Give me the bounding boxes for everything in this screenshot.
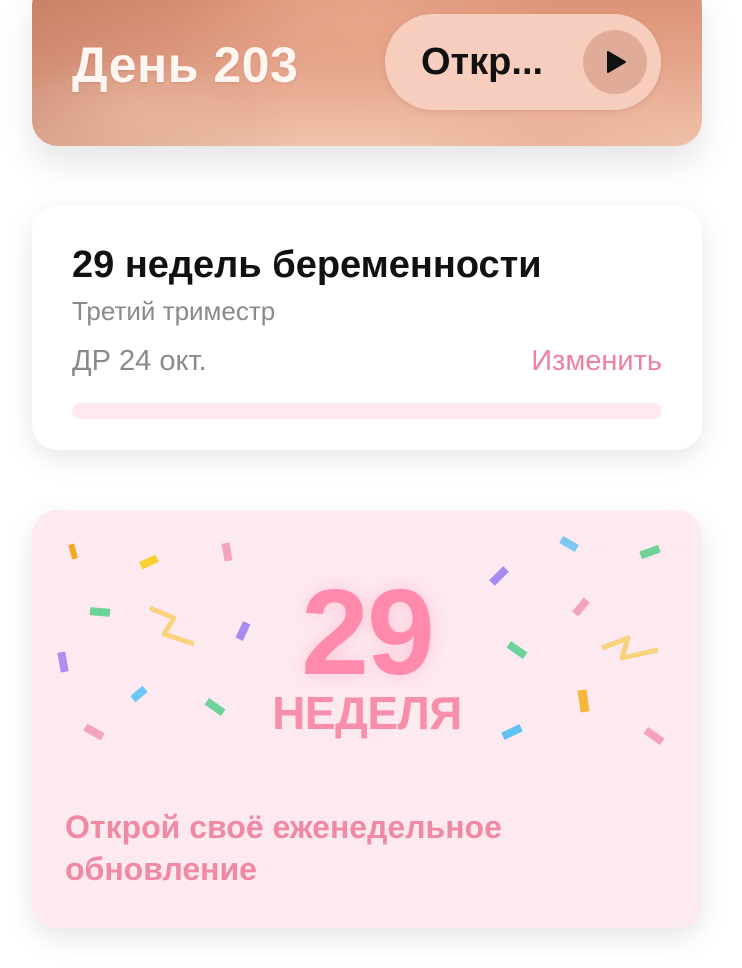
change-due-date-button[interactable]: Изменить bbox=[531, 345, 662, 378]
open-video-label: Откр... bbox=[421, 41, 544, 83]
week-number: 29 bbox=[301, 564, 435, 700]
daily-video-card[interactable]: День 203 Откр... bbox=[32, 0, 702, 146]
screen: День 203 Откр... 29 недель беременности … bbox=[0, 0, 742, 968]
day-counter-title: День 203 bbox=[72, 37, 299, 93]
open-video-button[interactable]: Откр... bbox=[385, 14, 661, 110]
play-icon bbox=[583, 30, 647, 94]
pregnancy-progress-bar bbox=[72, 403, 662, 419]
weekly-update-prompt: Открой своё еженедельное обновление bbox=[65, 809, 502, 887]
weekly-update-card[interactable]: 29 НЕДЕЛЯ Открой своё еженедельное обнов… bbox=[32, 510, 702, 928]
week-label: НЕДЕЛЯ bbox=[272, 687, 462, 739]
pregnancy-week-title: 29 недель беременности bbox=[72, 244, 542, 286]
due-date-label: ДР 24 окт. bbox=[72, 345, 207, 377]
trimester-label: Третий триместр bbox=[72, 296, 276, 326]
pregnancy-week-card: 29 недель беременности Третий триместр Д… bbox=[32, 206, 702, 450]
